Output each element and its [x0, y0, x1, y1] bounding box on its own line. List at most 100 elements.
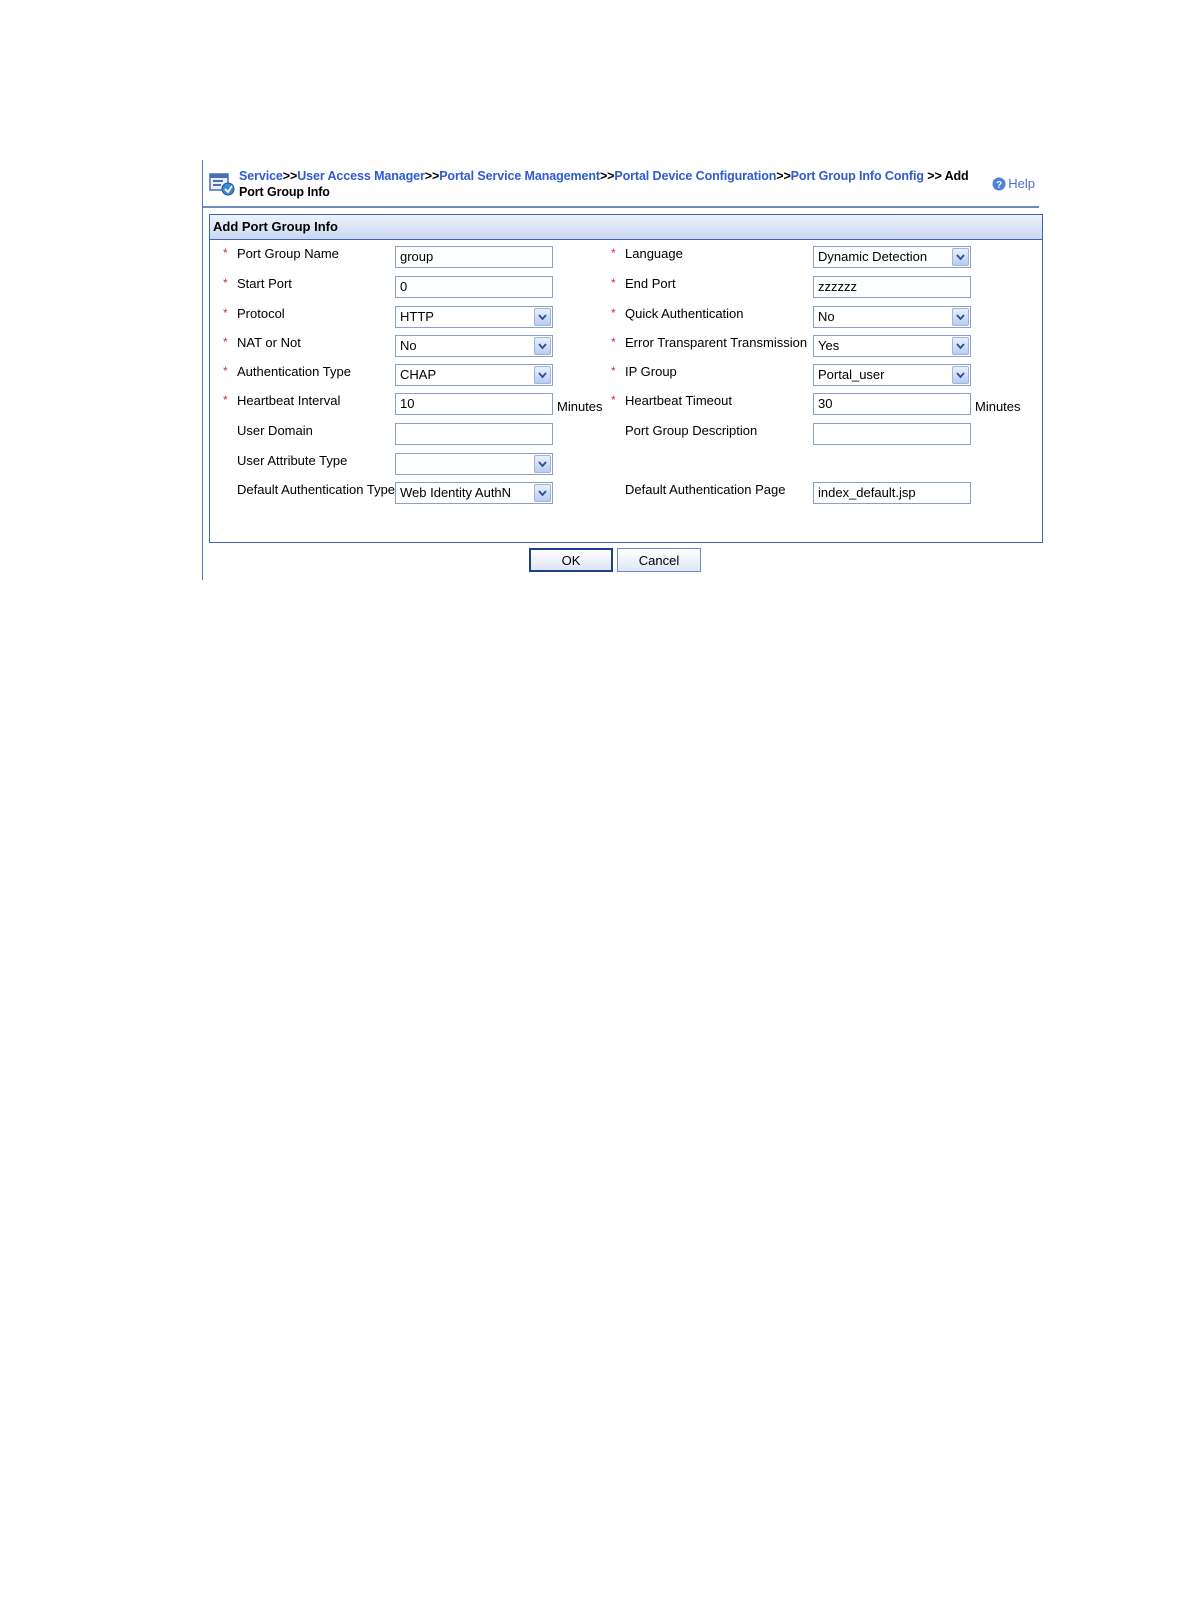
default-authentication-page-value: index_default.jsp [818, 485, 916, 500]
user-attribute-type-label: User Attribute Type [237, 453, 348, 468]
form-row: * Start Port 0 * End Port zzzzzz [210, 273, 1042, 299]
start-port-value: 0 [400, 279, 408, 294]
error-transparent-transmission-select[interactable]: Yes [813, 335, 971, 357]
help-icon: ? [992, 177, 1006, 191]
form-row: User Attribute Type [210, 450, 1042, 476]
port-group-name-input[interactable]: group [395, 246, 553, 268]
breadcrumb-link[interactable]: Service [239, 169, 283, 183]
chevron-down-icon[interactable] [534, 337, 551, 355]
authentication-type-select[interactable]: CHAP [395, 364, 553, 386]
ip-group-value: Portal_user [818, 367, 885, 382]
user-domain-input[interactable] [395, 423, 553, 445]
form-row: * Protocol HTTP * Quick Authentication No [210, 303, 1042, 329]
button-bar: OK Cancel [203, 548, 1043, 574]
error-transparent-transmission-label: Error Transparent Transmission [625, 335, 808, 350]
authentication-type-value: CHAP [400, 367, 437, 382]
quick-authentication-value: No [818, 309, 835, 324]
page-frame: Service>>User Access Manager>>Portal Ser… [202, 160, 1043, 580]
required-marker: * [611, 393, 616, 407]
breadcrumb-separator: >> [282, 169, 298, 183]
breadcrumb-separator: >> [599, 169, 615, 183]
heartbeat-interval-input[interactable]: 10 [395, 393, 553, 415]
chevron-down-icon[interactable] [534, 455, 551, 473]
form-row: * NAT or Not No * Error Transparent Transmis… [210, 332, 1042, 358]
required-marker: * [223, 364, 228, 378]
required-marker: * [611, 276, 616, 290]
start-port-label: Start Port [237, 276, 292, 291]
protocol-select[interactable]: HTTP [395, 306, 553, 328]
language-label: Language [625, 246, 683, 261]
heartbeat-timeout-input[interactable]: 30 [813, 393, 971, 415]
required-marker: * [223, 246, 228, 260]
chevron-down-icon[interactable] [952, 248, 969, 266]
port-group-description-label: Port Group Description [625, 423, 758, 438]
default-authentication-page-label: Default Authentication Page [625, 482, 786, 497]
breadcrumb-separator: >> [776, 169, 791, 183]
breadcrumb-separator: >> [923, 169, 945, 183]
chevron-down-icon[interactable] [534, 308, 551, 326]
heartbeat-timeout-label: Heartbeat Timeout [625, 393, 732, 408]
page-header: Service>>User Access Manager>>Portal Ser… [203, 160, 1039, 208]
end-port-input[interactable]: zzzzzz [813, 276, 971, 298]
svg-text:?: ? [996, 180, 1002, 191]
form-row: User Domain Port Group Description [210, 420, 1042, 446]
form-row: * Port Group Name group * Language Dynamic De… [210, 243, 1042, 269]
default-authentication-page-input[interactable]: index_default.jsp [813, 482, 971, 504]
ok-button[interactable]: OK [529, 548, 613, 572]
chevron-down-icon[interactable] [952, 366, 969, 384]
heartbeat-interval-label: Heartbeat Interval [237, 393, 341, 408]
end-port-value: zzzzzz [818, 279, 857, 294]
help-label[interactable]: Help [1008, 176, 1035, 191]
default-authentication-type-value: Web Identity AuthN [400, 485, 512, 500]
breadcrumb-link[interactable]: Portal Device Configuration [614, 169, 776, 183]
required-marker: * [611, 364, 616, 378]
language-value: Dynamic Detection [818, 249, 928, 264]
breadcrumb-link[interactable]: Portal Service Management [439, 169, 600, 183]
required-marker: * [223, 335, 228, 349]
breadcrumb-link[interactable]: Port Group Info Config [791, 169, 924, 183]
authentication-type-label: Authentication Type [237, 364, 351, 379]
heartbeat-interval-value: 10 [400, 396, 415, 411]
protocol-value: HTTP [400, 309, 434, 324]
help-link[interactable]: ? Help [992, 176, 1035, 191]
service-config-icon [209, 173, 235, 196]
cancel-button[interactable]: Cancel [617, 548, 701, 572]
user-domain-label: User Domain [237, 423, 313, 438]
required-marker: * [223, 393, 228, 407]
quick-authentication-label: Quick Authentication [625, 306, 744, 321]
port-group-name-value: group [400, 249, 434, 264]
required-marker: * [611, 246, 616, 260]
quick-authentication-select[interactable]: No [813, 306, 971, 328]
required-marker: * [223, 276, 228, 290]
chevron-down-icon[interactable] [952, 308, 969, 326]
required-marker: * [611, 306, 616, 320]
protocol-label: Protocol [237, 306, 285, 321]
breadcrumb-link[interactable]: User Access Manager [297, 169, 425, 183]
breadcrumb-separator: >> [424, 169, 440, 183]
user-attribute-type-select[interactable] [395, 453, 553, 475]
chevron-down-icon[interactable] [534, 366, 551, 384]
error-transparent-transmission-value: Yes [818, 338, 840, 353]
form-row: Default Authentication Type Web Identity … [210, 479, 1042, 505]
nat-or-not-value: No [400, 338, 417, 353]
panel-title: Add Port Group Info [210, 215, 1042, 240]
default-authentication-type-label: Default Authentication Type [237, 482, 396, 497]
required-marker: * [223, 306, 228, 320]
chevron-down-icon[interactable] [952, 337, 969, 355]
add-port-group-panel: Add Port Group Info * Port Group Name grou… [209, 214, 1043, 543]
heartbeat-timeout-unit: Minutes [975, 399, 1021, 414]
chevron-down-icon[interactable] [534, 484, 551, 502]
default-authentication-type-select[interactable]: Web Identity AuthN [395, 482, 553, 504]
ip-group-select[interactable]: Portal_user [813, 364, 971, 386]
nat-or-not-select[interactable]: No [395, 335, 553, 357]
breadcrumb: Service>>User Access Manager>>Portal Ser… [239, 168, 984, 200]
heartbeat-timeout-value: 30 [818, 396, 833, 411]
start-port-input[interactable]: 0 [395, 276, 553, 298]
heartbeat-interval-unit: Minutes [557, 399, 603, 414]
language-select[interactable]: Dynamic Detection [813, 246, 971, 268]
nat-or-not-label: NAT or Not [237, 335, 301, 350]
end-port-label: End Port [625, 276, 676, 291]
form-row: * Authentication Type CHAP * IP Group Portal_… [210, 361, 1042, 387]
port-group-description-input[interactable] [813, 423, 971, 445]
form-row: * Heartbeat Interval 10 Minutes * Heartbeat T… [210, 390, 1042, 416]
